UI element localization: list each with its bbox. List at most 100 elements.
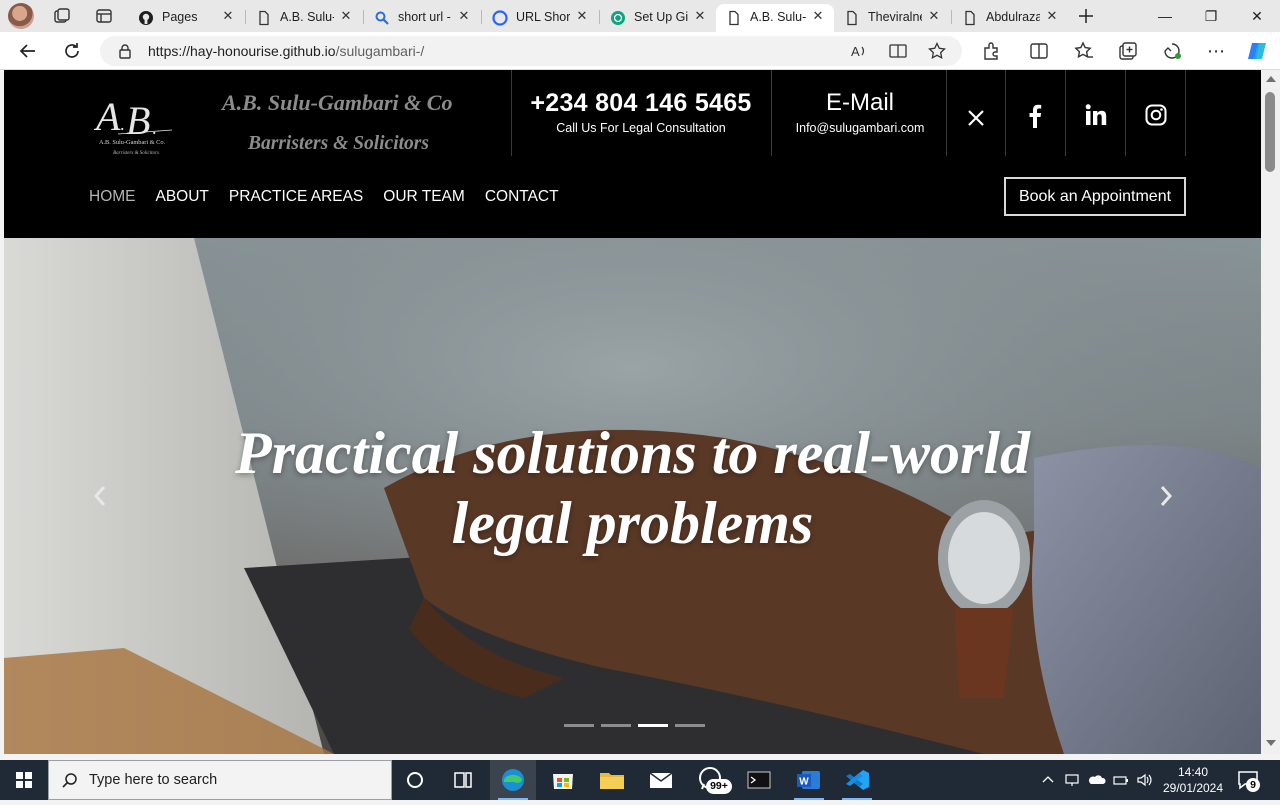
taskbar-whatsapp-app[interactable]: 99+ xyxy=(688,760,734,800)
firm-logo[interactable]: A . B . A.B. Sulu-Gambari & Co. Barriste… xyxy=(88,90,176,160)
tab-title: A.B. Sulu- xyxy=(750,10,806,24)
network-icon[interactable] xyxy=(1064,772,1082,788)
minimize-icon[interactable]: — xyxy=(1142,0,1188,32)
scrollbar-thumb[interactable] xyxy=(1265,92,1275,172)
terminal-icon[interactable] xyxy=(736,760,782,800)
close-tab-icon[interactable]: ✕ xyxy=(926,8,942,24)
close-tab-icon[interactable]: ✕ xyxy=(692,8,708,24)
browser-tab-short-url[interactable]: short url - ✕ xyxy=(364,4,480,32)
nav-our-team[interactable]: OUR TEAM xyxy=(383,188,465,212)
scroll-down-icon[interactable] xyxy=(1266,740,1276,746)
page-icon xyxy=(965,10,975,26)
restore-icon[interactable]: ❐ xyxy=(1188,0,1234,32)
close-tab-icon[interactable]: ✕ xyxy=(220,8,236,24)
instagram-link[interactable] xyxy=(1126,70,1185,156)
favorites-icon[interactable] xyxy=(1073,40,1095,62)
facebook-link[interactable] xyxy=(1006,70,1065,156)
taskbar-word-app[interactable]: W xyxy=(786,760,832,800)
site-header: A . B . A.B. Sulu-Gambari & Co. Barriste… xyxy=(4,70,1261,238)
carousel-indicator-1[interactable] xyxy=(564,724,594,727)
svg-text:A: A xyxy=(851,44,860,59)
browser-tab-sulu-active[interactable]: A.B. Sulu- ✕ xyxy=(716,4,834,32)
microsoft-store-icon[interactable] xyxy=(540,760,586,800)
nav-home[interactable]: HOME xyxy=(89,188,136,212)
cortana-icon[interactable] xyxy=(392,760,438,800)
profile-avatar[interactable] xyxy=(8,3,34,29)
settings-more-icon[interactable]: ⋯ xyxy=(1205,40,1227,62)
svg-text:W: W xyxy=(799,777,809,788)
battery-icon[interactable] xyxy=(1112,772,1130,788)
main-navigation: HOME ABOUT PRACTICE AREAS OUR TEAM CONTA… xyxy=(89,188,559,212)
linkedin-link[interactable] xyxy=(1066,70,1125,156)
facebook-icon xyxy=(1029,104,1042,128)
word-icon: W xyxy=(797,771,820,789)
refresh-icon[interactable] xyxy=(61,40,83,62)
lock-icon[interactable] xyxy=(118,43,132,59)
nav-about[interactable]: ABOUT xyxy=(156,188,209,212)
close-tab-icon[interactable]: ✕ xyxy=(574,8,590,24)
task-view-icon[interactable] xyxy=(440,760,486,800)
github-icon xyxy=(139,11,153,25)
page-icon xyxy=(729,10,739,26)
workspaces-icon[interactable] xyxy=(52,6,72,26)
whatsapp-badge: 99+ xyxy=(706,779,732,794)
onedrive-icon[interactable] xyxy=(1088,772,1106,788)
page-scrollbar[interactable] xyxy=(1261,70,1280,754)
taskbar-search-box[interactable]: Type here to search xyxy=(48,760,392,800)
nav-practice-areas[interactable]: PRACTICE AREAS xyxy=(229,188,363,212)
browser-tab-sulu-1[interactable]: A.B. Sulu- ✕ xyxy=(246,4,362,32)
address-bar[interactable]: https://hay-honourise.github.io/sulugamb… xyxy=(100,36,962,66)
scroll-up-icon[interactable] xyxy=(1266,76,1276,82)
browser-tab-url-short[interactable]: URL Short ✕ xyxy=(482,4,598,32)
book-appointment-button[interactable]: Book an Appointment xyxy=(1004,177,1186,216)
browser-tab-pages[interactable]: Pages ✕ xyxy=(128,4,244,32)
nav-contact[interactable]: CONTACT xyxy=(485,188,559,212)
search-placeholder: Type here to search xyxy=(89,772,218,788)
extensions-icon[interactable] xyxy=(980,40,1002,62)
carousel-indicator-3[interactable] xyxy=(638,724,668,727)
read-aloud-icon[interactable]: A xyxy=(850,43,868,59)
file-explorer-icon[interactable] xyxy=(589,760,635,800)
back-icon[interactable] xyxy=(17,40,39,62)
windows-start-icon[interactable] xyxy=(0,760,48,800)
browser-tab-set-up-git[interactable]: Set Up Git ✕ xyxy=(600,4,716,32)
carousel-indicator-2[interactable] xyxy=(601,724,631,727)
browser-tab-theviralne[interactable]: Theviralne ✕ xyxy=(834,4,950,32)
browser-toolbar: https://hay-honourise.github.io/sulugamb… xyxy=(0,32,1280,70)
firm-name: A.B. Sulu-Gambari & Co xyxy=(222,90,453,115)
system-clock[interactable]: 14:40 29/01/2024 xyxy=(1156,764,1230,796)
immersive-reader-icon[interactable] xyxy=(889,43,907,59)
svg-text:.: . xyxy=(120,114,125,134)
close-tab-icon[interactable]: ✕ xyxy=(456,8,472,24)
close-tab-icon[interactable]: ✕ xyxy=(810,8,826,24)
mail-icon[interactable] xyxy=(638,760,684,800)
tab-title: Abdulraza xyxy=(986,10,1040,24)
volume-icon[interactable] xyxy=(1136,772,1154,788)
header-divider xyxy=(1185,70,1186,156)
collections-icon[interactable] xyxy=(1117,40,1139,62)
close-tab-icon[interactable]: ✕ xyxy=(1044,8,1060,24)
taskbar-vscode-app[interactable] xyxy=(834,760,880,800)
tab-actions-icon[interactable] xyxy=(94,6,114,26)
close-tab-icon[interactable]: ✕ xyxy=(338,8,354,24)
show-hidden-icons-icon[interactable] xyxy=(1040,772,1056,788)
x-twitter-link[interactable] xyxy=(946,70,1005,156)
link-icon xyxy=(492,10,508,26)
taskbar-edge-app[interactable] xyxy=(490,760,536,800)
copilot-icon[interactable] xyxy=(1246,40,1268,62)
x-twitter-icon xyxy=(968,110,984,126)
browser-essentials-icon[interactable] xyxy=(1161,40,1183,62)
notification-badge: 9 xyxy=(1246,778,1260,792)
carousel-next-icon[interactable] xyxy=(1156,482,1176,510)
carousel-indicator-4[interactable] xyxy=(675,724,705,727)
notification-center[interactable]: 9 xyxy=(1236,768,1260,792)
phone-number[interactable]: +234 804 146 5465 xyxy=(512,89,770,118)
search-icon xyxy=(375,11,389,25)
email-address[interactable]: Info@sulugambari.com xyxy=(772,121,948,135)
new-tab-icon[interactable] xyxy=(1076,6,1096,26)
close-window-icon[interactable]: ✕ xyxy=(1234,0,1280,32)
split-screen-icon[interactable] xyxy=(1028,40,1050,62)
favorite-star-icon[interactable] xyxy=(928,42,946,60)
carousel-prev-icon[interactable] xyxy=(90,482,110,510)
browser-tab-abdulraza[interactable]: Abdulraza ✕ xyxy=(952,4,1068,32)
